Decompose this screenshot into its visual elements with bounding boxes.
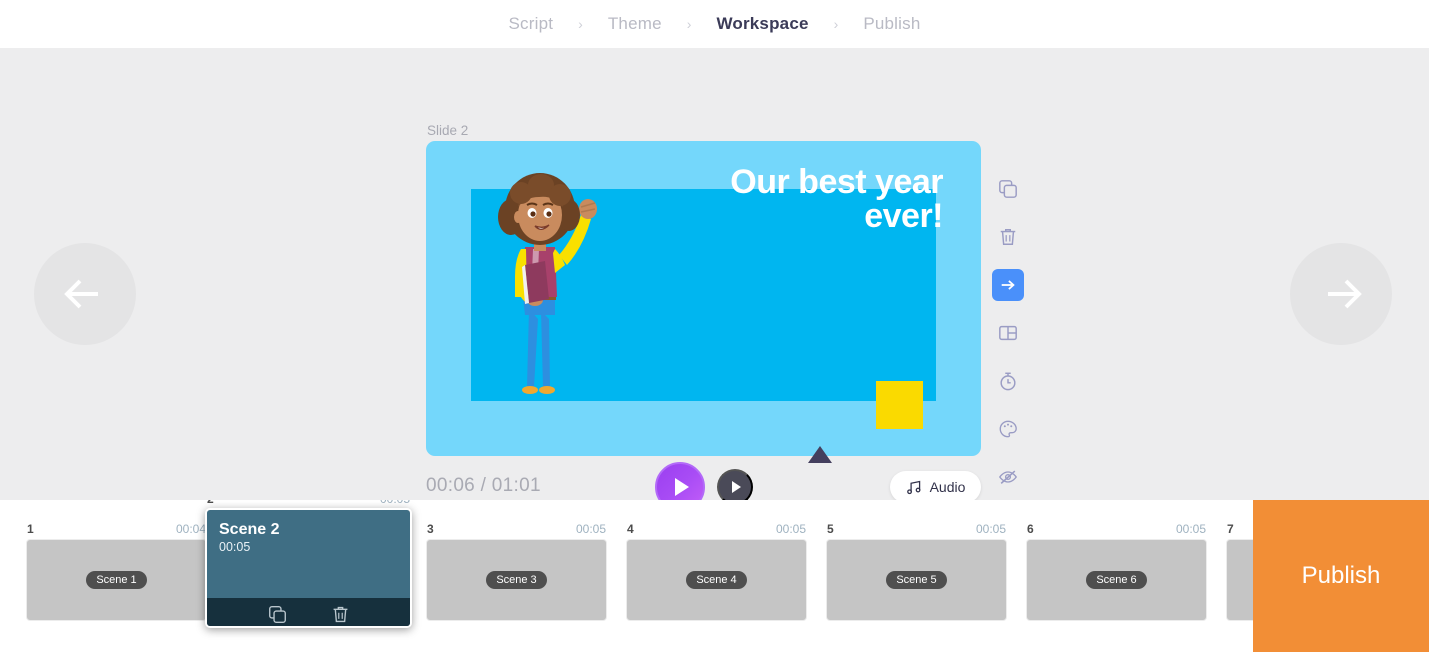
audio-button[interactable]: Audio xyxy=(890,471,981,503)
scene-info: Scene 2 00:05 xyxy=(207,510,410,598)
scene-duration: 00:05 xyxy=(380,500,410,506)
slide-toolbar xyxy=(992,173,1024,509)
timeline-bar: 1 00:04 Scene 1 2 00:05 Scene 2 00:05 xyxy=(0,500,1429,652)
music-note-icon xyxy=(906,480,921,494)
scene-actions xyxy=(207,598,410,626)
scene-thumbnail[interactable]: Scene 6 xyxy=(1026,539,1207,621)
scene-number: 5 xyxy=(827,522,834,536)
arrow-right-icon xyxy=(1001,280,1015,290)
copy-icon xyxy=(999,180,1017,198)
audio-button-label: Audio xyxy=(929,479,966,495)
scene-delete-button[interactable] xyxy=(331,605,350,624)
slide-title[interactable]: Our best year ever! xyxy=(643,165,943,233)
publish-button[interactable]: Publish xyxy=(1253,500,1429,652)
scene-thumbnail[interactable]: Scene 1 xyxy=(26,539,207,621)
delete-slide-button[interactable] xyxy=(992,221,1024,253)
scene-item-4[interactable]: 4 00:05 Scene 4 xyxy=(626,522,807,621)
play-icon xyxy=(675,478,689,496)
slide-canvas[interactable]: Our best year ever! xyxy=(426,141,981,456)
scene-thumbnail[interactable]: Scene 5 xyxy=(826,539,1007,621)
breadcrumb-item-publish[interactable]: Publish xyxy=(860,14,923,34)
scene-number: 3 xyxy=(427,522,434,536)
scene-duration: 00:05 xyxy=(975,522,1006,536)
playhead-marker[interactable] xyxy=(808,446,832,463)
scene-label: Scene 6 xyxy=(1086,571,1147,589)
scene-label: Scene 3 xyxy=(486,571,547,589)
layout-icon xyxy=(999,325,1017,341)
scene-duplicate-button[interactable] xyxy=(268,605,287,624)
stopwatch-icon xyxy=(1000,372,1016,391)
scene-label: Scene 4 xyxy=(686,571,747,589)
scene-header: 7 xyxy=(1226,522,1253,536)
timing-button[interactable] xyxy=(992,365,1024,397)
workspace-area: Slide 2 Our best year ever! 00:06 / 01:0… xyxy=(0,48,1429,512)
scene-thumbnail[interactable] xyxy=(1226,539,1253,621)
yellow-accent-shape[interactable] xyxy=(876,381,923,429)
header-bar: Script › Theme › Workspace › Publish xyxy=(0,0,1429,48)
scene-header: 6 00:05 xyxy=(1026,522,1207,536)
scene-number: 2 xyxy=(207,500,214,506)
duplicate-slide-button[interactable] xyxy=(992,173,1024,205)
scene-duration-inline: 00:05 xyxy=(219,540,251,555)
scene-item-1[interactable]: 1 00:04 Scene 1 xyxy=(26,522,207,621)
scene-duration: 00:04 xyxy=(175,522,206,536)
trash-icon xyxy=(333,606,347,622)
scene-label: Scene 5 xyxy=(886,571,947,589)
scene-number: 7 xyxy=(1227,522,1234,536)
scene-item-5[interactable]: 5 00:05 Scene 5 xyxy=(826,522,1007,621)
hide-button[interactable] xyxy=(992,461,1024,493)
slide-title-line-1: Our best year xyxy=(730,163,943,201)
slide-label: Slide 2 xyxy=(427,123,469,138)
arrow-right-icon xyxy=(1328,279,1362,309)
video-editor-app: Script › Theme › Workspace › Publish Sli… xyxy=(0,0,1429,652)
scene-item-6[interactable]: 6 00:05 Scene 6 xyxy=(1026,522,1207,621)
scene-number: 4 xyxy=(627,522,634,536)
scene-thumbnail[interactable]: Scene 3 xyxy=(426,539,607,621)
character-illustration[interactable] xyxy=(481,169,611,409)
scene-header: 4 00:05 xyxy=(626,522,807,536)
scene-item-3[interactable]: 3 00:05 Scene 3 xyxy=(426,522,607,621)
breadcrumb-separator: › xyxy=(686,16,692,32)
scene-duration: 00:05 xyxy=(775,522,806,536)
scene-item-2[interactable]: 2 00:05 Scene 2 00:05 xyxy=(205,500,412,628)
palette-icon xyxy=(999,420,1017,438)
scene-number: 1 xyxy=(27,522,34,536)
previous-slide-button[interactable] xyxy=(34,243,136,345)
breadcrumb-separator: › xyxy=(578,16,583,32)
scene-thumbnail[interactable]: Scene 4 xyxy=(626,539,807,621)
breadcrumb-item-workspace[interactable]: Workspace xyxy=(713,14,811,34)
scene-header: 1 00:04 xyxy=(26,522,207,536)
copy-icon xyxy=(268,605,286,623)
colors-button[interactable] xyxy=(992,413,1024,445)
scene-header: 5 00:05 xyxy=(826,522,1007,536)
scene-duration: 00:05 xyxy=(1175,522,1206,536)
scene-label: Scene 2 xyxy=(219,521,280,538)
scene-selected-card[interactable]: Scene 2 00:05 xyxy=(205,508,412,628)
scene-number: 6 xyxy=(1027,522,1034,536)
preview-play-icon xyxy=(732,481,741,493)
breadcrumb-item-script[interactable]: Script xyxy=(506,14,557,34)
scene-duration: 00:05 xyxy=(575,522,606,536)
slide-canvas-wrapper[interactable]: Our best year ever! xyxy=(426,141,981,456)
breadcrumb-separator: › xyxy=(833,16,839,32)
time-display: 00:06 / 01:01 xyxy=(426,475,541,496)
slide-title-line-2: ever! xyxy=(864,197,943,235)
scene-strip: 1 00:04 Scene 1 2 00:05 Scene 2 00:05 xyxy=(0,500,1253,645)
transition-button[interactable] xyxy=(992,269,1024,301)
scene-label: Scene 1 xyxy=(86,571,147,589)
eye-off-icon xyxy=(999,470,1017,484)
breadcrumb: Script › Theme › Workspace › Publish xyxy=(506,14,924,34)
trash-icon xyxy=(1000,229,1016,245)
scene-header: 3 00:05 xyxy=(426,522,607,536)
layout-button[interactable] xyxy=(992,317,1024,349)
arrow-left-icon xyxy=(64,279,98,309)
breadcrumb-item-theme[interactable]: Theme xyxy=(605,14,665,34)
scene-item-7[interactable]: 7 xyxy=(1226,522,1253,621)
next-slide-button[interactable] xyxy=(1290,243,1392,345)
